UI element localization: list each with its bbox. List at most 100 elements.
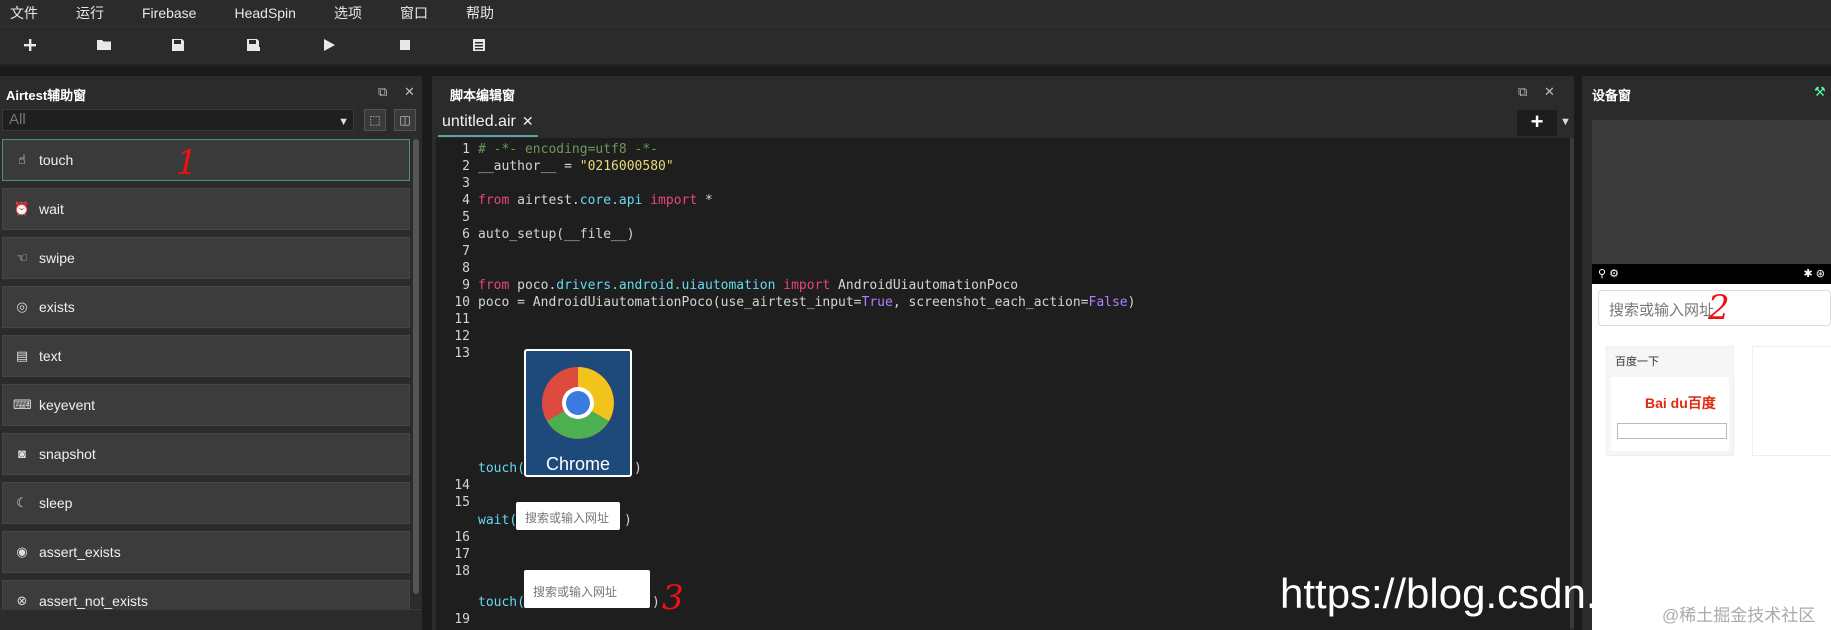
- api-label: sleep: [39, 495, 73, 511]
- red-annotation-2: 2: [1708, 288, 1730, 328]
- line-number: 5: [462, 210, 470, 225]
- close-tab-icon[interactable]: ✕: [522, 113, 534, 129]
- line-number: 10: [454, 295, 470, 310]
- code-line: # -*- encoding=utf8 -*-: [478, 142, 659, 157]
- api-item-sleep[interactable]: ☾ sleep: [2, 482, 410, 524]
- code-line: from poco.drivers.android.uiautomation i…: [478, 278, 1019, 293]
- menu-window[interactable]: 窗口: [400, 3, 428, 23]
- line-number: 19: [454, 612, 470, 627]
- api-item-assert-exists[interactable]: ◉ assert_exists: [2, 531, 410, 573]
- tile-preview: Bai du百度: [1611, 377, 1729, 451]
- api-item-swipe[interactable]: ☜ swipe: [2, 237, 410, 279]
- api-label: text: [39, 348, 62, 364]
- save-as-icon[interactable]: [243, 37, 263, 57]
- add-tab-button[interactable]: +: [1517, 110, 1557, 136]
- phone-status-bar: ⚲ ⚙ ✱ ⊛: [1592, 264, 1831, 284]
- stop-icon[interactable]: [395, 37, 415, 57]
- api-item-text[interactable]: ▤ text: [2, 335, 410, 377]
- line-number: 9: [462, 278, 470, 293]
- line-number: 12: [454, 329, 470, 344]
- menu-firebase[interactable]: Firebase: [142, 5, 196, 21]
- api-label: assert_not_exists: [39, 593, 148, 609]
- search-image-template[interactable]: 搜索或输入网址: [524, 570, 650, 608]
- airtest-helper-panel: Airtest辅助窗 ⧉ ✕ All ▼ ⬚ ◫ ☝ touch ⏰ wait …: [0, 76, 422, 630]
- plus-icon[interactable]: [20, 37, 40, 57]
- check-circle-icon: ◎: [16, 299, 28, 314]
- menu-run[interactable]: 运行: [76, 3, 104, 23]
- line-number: 18: [454, 564, 470, 579]
- api-item-wait[interactable]: ⏰ wait: [2, 188, 410, 230]
- line-number: 13: [454, 346, 470, 361]
- line-number: 6: [462, 227, 470, 242]
- menu-bar: 文件 运行 Firebase HeadSpin 选项 窗口 帮助: [0, 0, 1831, 26]
- camera-icon[interactable]: ◫: [394, 109, 416, 131]
- tools-icon[interactable]: ⚒: [1814, 84, 1826, 100]
- menu-options[interactable]: 选项: [334, 3, 362, 23]
- float-icon[interactable]: ⧉: [378, 84, 387, 100]
- line-number: 2: [462, 159, 470, 174]
- api-item-exists[interactable]: ◎ exists: [2, 286, 410, 328]
- code-line: auto_setup(__file__): [478, 227, 635, 242]
- menu-file[interactable]: 文件: [10, 3, 38, 23]
- api-label: keyevent: [39, 397, 96, 413]
- log-icon[interactable]: [469, 37, 489, 57]
- close-icon[interactable]: ✕: [1544, 84, 1555, 100]
- record-icon[interactable]: ⬚: [364, 109, 386, 131]
- chrome-label: Chrome: [545, 454, 611, 474]
- api-label: assert_exists: [39, 544, 121, 560]
- code-line: touch(: [478, 461, 525, 476]
- panel-title: 脚本编辑窗: [450, 88, 516, 103]
- moon-icon: ☾: [16, 495, 28, 510]
- code-line: poco = AndroidUiautomationPoco(use_airte…: [478, 295, 1136, 310]
- clock-icon: ⏰: [13, 201, 31, 216]
- close-icon[interactable]: ✕: [404, 84, 415, 100]
- vertical-scrollbar[interactable]: [413, 139, 419, 594]
- api-label: touch: [39, 152, 74, 168]
- line-number: 17: [454, 547, 470, 562]
- run-icon[interactable]: [319, 37, 339, 57]
- save-icon[interactable]: [168, 37, 188, 57]
- tile-title: 百度一下: [1615, 356, 1659, 368]
- search-image-template[interactable]: 搜索或输入网址: [516, 502, 620, 530]
- chevron-down-icon[interactable]: ▼: [1560, 116, 1571, 128]
- line-number: 16: [454, 530, 470, 545]
- red-annotation-3: 3: [662, 578, 684, 618]
- chrome-image-template[interactable]: Chrome: [524, 349, 632, 477]
- line-number: 14: [454, 478, 470, 493]
- api-item-keyevent[interactable]: ⌨ keyevent: [2, 384, 410, 426]
- api-label: swipe: [39, 250, 75, 266]
- camera-icon: ◙: [18, 446, 26, 461]
- select-value: All: [9, 111, 26, 128]
- api-filter-select[interactable]: All ▼: [2, 109, 354, 131]
- code-line: __author__ = "0216000580": [478, 159, 674, 174]
- line-number: 3: [462, 176, 470, 191]
- code-line: wait(: [478, 513, 518, 528]
- code-editor[interactable]: 1 2 3 4 5 6 7 8 9 10 11 12 13 14 15 16 1…: [436, 138, 1570, 630]
- code-paren: ): [634, 461, 642, 476]
- menu-headspin[interactable]: HeadSpin: [234, 5, 296, 21]
- target-icon: ◉: [16, 544, 28, 559]
- x-circle-icon: ⊗: [16, 593, 28, 608]
- tile-search-box: [1617, 423, 1727, 439]
- api-item-snapshot[interactable]: ◙ snapshot: [2, 433, 410, 475]
- toolbar: [0, 26, 1831, 66]
- baidu-tile[interactable]: 百度一下 Bai du百度: [1606, 346, 1734, 456]
- code-line: touch(: [478, 595, 525, 610]
- code-paren: ): [652, 595, 660, 610]
- api-item-touch[interactable]: ☝ touch: [2, 139, 410, 181]
- line-number: 11: [454, 312, 470, 327]
- bluetooth-icon: ✱ ⊛: [1803, 268, 1826, 280]
- api-item-assert-not-exists[interactable]: ⊗ assert_not_exists: [2, 580, 410, 609]
- menu-help[interactable]: 帮助: [466, 3, 494, 23]
- line-number: 1: [462, 142, 470, 157]
- empty-tile[interactable]: [1752, 346, 1831, 456]
- folder-open-icon[interactable]: [94, 37, 114, 57]
- hand-touch-icon: ☝: [18, 152, 26, 167]
- chevron-down-icon: ▼: [338, 116, 349, 128]
- tab-untitled-air[interactable]: untitled.air ✕: [438, 109, 538, 137]
- float-icon[interactable]: ⧉: [1518, 84, 1527, 100]
- code-paren: ): [624, 513, 632, 528]
- line-number: 8: [462, 261, 470, 276]
- api-label: snapshot: [39, 446, 96, 462]
- keyboard-icon: ⌨: [13, 397, 32, 412]
